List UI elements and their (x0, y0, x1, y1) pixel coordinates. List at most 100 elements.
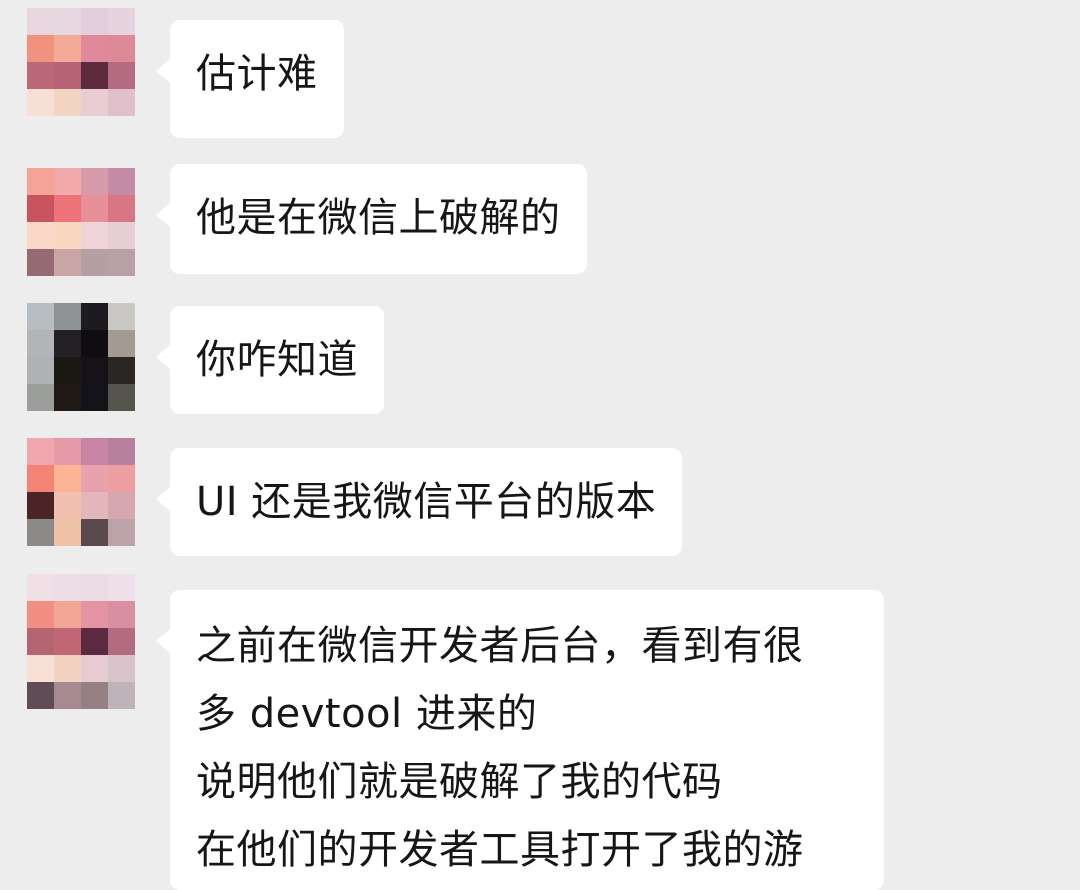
avatar-pixel (54, 35, 81, 62)
message-text-line: 在他们的开发者工具打开了我的游 (196, 827, 804, 873)
avatar-pixel (27, 574, 54, 601)
avatar-pixel (54, 168, 81, 195)
avatar-pixel (27, 62, 54, 89)
avatar-pixel (81, 357, 108, 384)
pixelated-avatar-icon[interactable] (27, 574, 135, 709)
message-bubble[interactable]: 他是在微信上破解的 (156, 164, 587, 274)
avatar-pixel (54, 655, 81, 682)
avatar-pixel (27, 303, 54, 330)
avatar-pixel (108, 465, 135, 492)
avatar-pixel (108, 168, 135, 195)
avatar-pixel (108, 303, 135, 330)
avatar-pixel (54, 492, 81, 519)
avatar-pixel (108, 655, 135, 682)
avatar-pixel (108, 249, 135, 276)
message-text: UI 还是我微信平台的版本 (196, 479, 657, 525)
avatar-pixel (81, 195, 108, 222)
avatar-pixel (27, 249, 54, 276)
avatar-pixel (81, 8, 108, 35)
avatar-pixel (108, 35, 135, 62)
avatar-pixel (108, 601, 135, 628)
avatar-pixel (54, 519, 81, 546)
avatar-pixel (108, 384, 135, 411)
avatar-pixel (27, 357, 54, 384)
avatar-pixel (108, 628, 135, 655)
avatar-pixel (54, 330, 81, 357)
avatar-pixel (81, 303, 108, 330)
avatar-pixel (81, 330, 108, 357)
avatar-pixel (81, 35, 108, 62)
avatar-pixel (27, 384, 54, 411)
avatar-pixel (54, 384, 81, 411)
avatar-pixel (54, 62, 81, 89)
avatar-pixel (27, 601, 54, 628)
avatar-pixel (27, 222, 54, 249)
avatar-pixel (27, 168, 54, 195)
avatar-pixel (54, 303, 81, 330)
avatar-pixel (27, 492, 54, 519)
avatar-pixel (27, 628, 54, 655)
avatar-pixel (81, 628, 108, 655)
avatar-pixel (81, 438, 108, 465)
avatar-pixel (81, 519, 108, 546)
pixelated-avatar-icon[interactable] (27, 168, 135, 276)
pixelated-avatar-icon[interactable] (27, 8, 135, 116)
chat-area: 估计难 他是在微信上破解的 你咋知道 UI 还是我微信平台的版本 之前在微信开发… (0, 0, 1080, 890)
avatar-pixel (108, 682, 135, 709)
avatar-pixel (81, 574, 108, 601)
avatar-pixel (108, 8, 135, 35)
avatar-pixel (54, 574, 81, 601)
avatar-pixel (108, 492, 135, 519)
avatar-pixel (81, 249, 108, 276)
avatar-pixel (81, 682, 108, 709)
pixelated-avatar-icon[interactable] (27, 303, 135, 411)
message-text: 他是在微信上破解的 (196, 195, 561, 241)
avatar-pixel (108, 330, 135, 357)
avatar-pixel (54, 601, 81, 628)
avatar-pixel (108, 222, 135, 249)
avatar-pixel (81, 222, 108, 249)
avatar-pixel (81, 655, 108, 682)
avatar-pixel (81, 384, 108, 411)
avatar-pixel (27, 519, 54, 546)
avatar-pixel (27, 89, 54, 116)
avatar-pixel (54, 628, 81, 655)
avatar-pixel (27, 682, 54, 709)
avatar-pixel (108, 574, 135, 601)
message-bubble[interactable]: 估计难 (156, 20, 344, 138)
message-text-line: 多 devtool 进来的 (196, 691, 538, 737)
avatar-pixel (108, 89, 135, 116)
avatar-pixel (27, 465, 54, 492)
avatar-pixel (108, 357, 135, 384)
avatar-pixel (27, 8, 54, 35)
avatar-pixel (54, 438, 81, 465)
avatar-pixel (108, 519, 135, 546)
avatar-pixel (54, 682, 81, 709)
avatar-pixel (54, 89, 81, 116)
avatar-pixel (27, 195, 54, 222)
avatar-pixel (54, 249, 81, 276)
avatar-pixel (108, 438, 135, 465)
message-bubble[interactable]: 之前在微信开发者后台，看到有很 多 devtool 进来的 说明他们就是破解了我… (156, 590, 884, 890)
message-text-line: 说明他们就是破解了我的代码 (196, 759, 723, 805)
message-text: 你咋知道 (196, 337, 358, 383)
avatar-pixel (108, 195, 135, 222)
avatar-pixel (81, 601, 108, 628)
pixelated-avatar-icon[interactable] (27, 438, 135, 546)
message-bubble[interactable]: 你咋知道 (156, 306, 384, 414)
avatar-pixel (54, 8, 81, 35)
avatar-pixel (27, 35, 54, 62)
avatar-pixel (108, 62, 135, 89)
avatar-pixel (54, 357, 81, 384)
avatar-pixel (27, 655, 54, 682)
avatar-pixel (54, 465, 81, 492)
message-text: 估计难 (196, 51, 318, 97)
avatar-pixel (54, 195, 81, 222)
message-bubble[interactable]: UI 还是我微信平台的版本 (155, 448, 683, 556)
avatar-pixel (27, 438, 54, 465)
avatar-pixel (27, 330, 54, 357)
avatar-pixel (81, 168, 108, 195)
avatar-pixel (81, 465, 108, 492)
message-text-line: 之前在微信开发者后台，看到有很 (196, 623, 804, 669)
avatar-pixel (81, 492, 108, 519)
